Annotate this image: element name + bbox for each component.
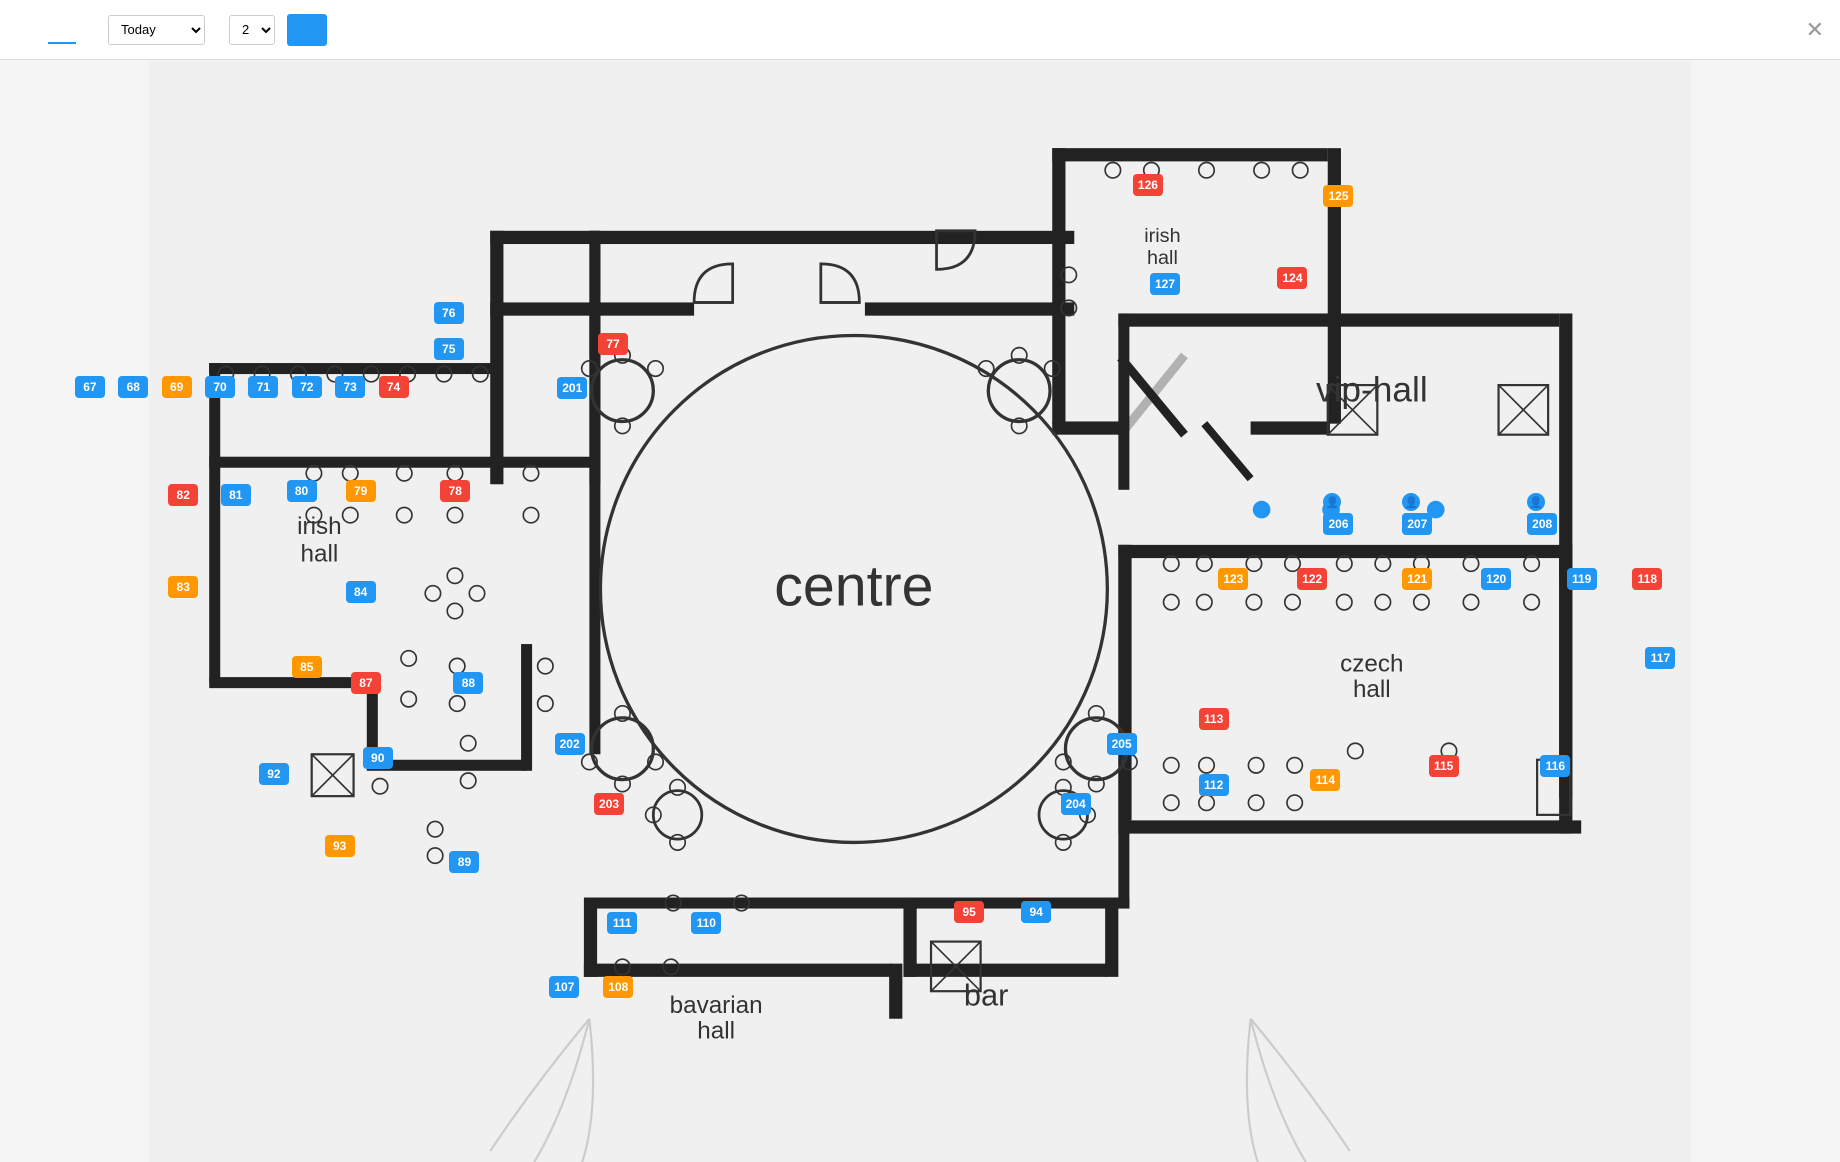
map-container: centre — [0, 60, 1840, 1162]
table-badge-89[interactable]: 89 — [449, 851, 479, 873]
table-badge-87[interactable]: 87 — [351, 672, 381, 694]
seats-select[interactable]: 1 2 3 4 — [229, 15, 275, 45]
table-badge-73[interactable]: 73 — [335, 376, 365, 398]
table-badge-71[interactable]: 71 — [248, 376, 278, 398]
table-badge-67[interactable]: 67 — [75, 376, 105, 398]
floor-tab-2[interactable] — [48, 16, 76, 44]
table-badge-69[interactable]: 69 — [162, 376, 192, 398]
svg-text:hall: hall — [1353, 676, 1391, 703]
table-badge-205[interactable]: 205 — [1107, 733, 1137, 755]
table-badge-117[interactable]: 117 — [1645, 647, 1675, 669]
table-badge-78[interactable]: 78 — [440, 480, 470, 502]
table-badge-207[interactable]: 207 — [1402, 513, 1432, 535]
table-badge-88[interactable]: 88 — [453, 672, 483, 694]
svg-text:irish: irish — [1144, 225, 1180, 247]
svg-text:bavarian: bavarian — [670, 992, 763, 1019]
table-badge-202[interactable]: 202 — [555, 733, 585, 755]
table-badge-116[interactable]: 116 — [1540, 755, 1570, 777]
svg-text:hall: hall — [1147, 247, 1178, 269]
table-badge-125[interactable]: 125 — [1323, 185, 1353, 207]
svg-text:vip-hall: vip-hall — [1316, 371, 1428, 410]
close-button[interactable]: ✕ — [1806, 17, 1824, 43]
table-badge-90[interactable]: 90 — [363, 747, 393, 769]
date-select[interactable]: Today Tomorrow This week — [108, 15, 205, 45]
table-badge-80[interactable]: 80 — [287, 480, 317, 502]
svg-text:hall: hall — [301, 540, 339, 567]
svg-text:bar: bar — [964, 978, 1009, 1013]
table-badge-95[interactable]: 95 — [954, 901, 984, 923]
table-badge-118[interactable]: 118 — [1632, 568, 1662, 590]
table-badge-111[interactable]: 111 — [607, 912, 637, 934]
table-badge-107[interactable]: 107 — [549, 976, 579, 998]
table-badge-79[interactable]: 79 — [346, 480, 376, 502]
table-badge-75[interactable]: 75 — [434, 338, 464, 360]
table-badge-126[interactable]: 126 — [1133, 174, 1163, 196]
table-badge-122[interactable]: 122 — [1297, 568, 1327, 590]
table-badge-77[interactable]: 77 — [598, 333, 628, 355]
svg-text:czech: czech — [1340, 651, 1403, 678]
table-badge-201[interactable]: 201 — [557, 377, 587, 399]
table-badge-206[interactable]: 206 — [1323, 513, 1353, 535]
table-badge-74[interactable]: 74 — [379, 376, 409, 398]
table-badge-108[interactable]: 108 — [603, 976, 633, 998]
svg-text:centre: centre — [774, 554, 933, 618]
table-badge-112[interactable]: 112 — [1199, 774, 1229, 796]
table-badge-84[interactable]: 84 — [346, 581, 376, 603]
table-badge-115[interactable]: 115 — [1429, 755, 1459, 777]
table-badge-68[interactable]: 68 — [118, 376, 148, 398]
table-badge-83[interactable]: 83 — [168, 576, 198, 598]
table-badge-93[interactable]: 93 — [325, 835, 355, 857]
table-badge-85[interactable]: 85 — [292, 656, 322, 678]
svg-text:irish: irish — [297, 513, 341, 540]
svg-text:hall: hall — [697, 1018, 735, 1045]
table-badge-81[interactable]: 81 — [221, 484, 251, 506]
table-badge-119[interactable]: 119 — [1567, 568, 1597, 590]
table-badge-70[interactable]: 70 — [205, 376, 235, 398]
header: Today Tomorrow This week 1 2 3 4 ✕ — [0, 0, 1840, 60]
floor-tab-1[interactable] — [16, 16, 44, 44]
table-badge-76[interactable]: 76 — [434, 302, 464, 324]
table-badge-94[interactable]: 94 — [1021, 901, 1051, 923]
table-badge-113[interactable]: 113 — [1199, 708, 1229, 730]
table-badge-203[interactable]: 203 — [594, 793, 624, 815]
table-badge-127[interactable]: 127 — [1150, 273, 1180, 295]
table-badge-121[interactable]: 121 — [1402, 568, 1432, 590]
table-badge-72[interactable]: 72 — [292, 376, 322, 398]
table-badge-114[interactable]: 114 — [1310, 769, 1340, 791]
table-badge-120[interactable]: 120 — [1481, 568, 1511, 590]
table-badge-82[interactable]: 82 — [168, 484, 198, 506]
table-badge-124[interactable]: 124 — [1277, 267, 1307, 289]
table-badge-92[interactable]: 92 — [259, 763, 289, 785]
search-button[interactable] — [287, 14, 327, 46]
floor-tabs — [16, 16, 76, 44]
table-badge-208[interactable]: 208 — [1527, 513, 1557, 535]
table-badge-123[interactable]: 123 — [1218, 568, 1248, 590]
table-badge-110[interactable]: 110 — [691, 912, 721, 934]
table-badge-204[interactable]: 204 — [1061, 793, 1091, 815]
